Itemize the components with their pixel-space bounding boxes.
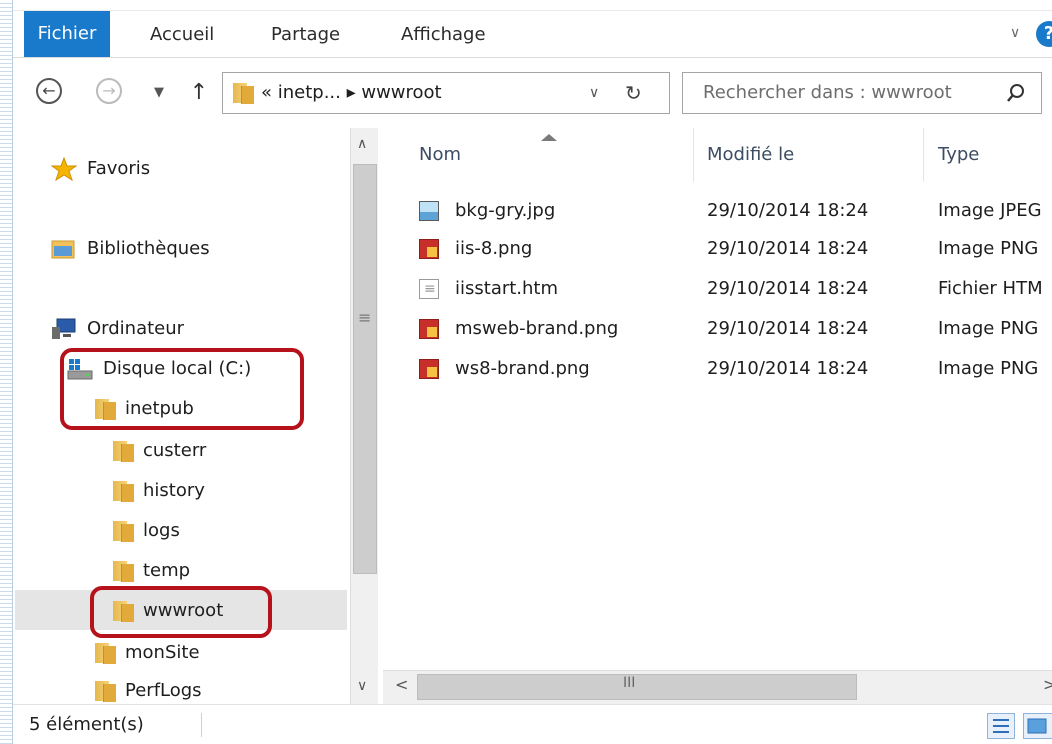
grip-icon: III [623,675,636,691]
file-date: 29/10/2014 18:24 [707,358,869,379]
star-icon [51,157,77,181]
folder-icon [95,398,116,420]
tab-accueil[interactable]: Accueil [150,11,214,59]
forward-arrow-icon: → [96,78,122,104]
file-row[interactable]: msweb-brand.png 29/10/2014 18:24 Image P… [383,310,1052,348]
tab-affichage[interactable]: Affichage [401,11,486,59]
address-bar[interactable]: « inetp... ▸ wwwroot ∨ ↻ [222,72,670,114]
nav-item-custerr[interactable]: custerr [113,432,206,470]
file-type: Image PNG [938,318,1039,339]
folder-icon [113,480,134,502]
back-button[interactable]: ← [36,78,66,108]
folder-icon [233,82,254,104]
item-count: 5 élément(s) [29,714,144,735]
nav-item-temp[interactable]: temp [113,552,190,590]
search-input[interactable]: Rechercher dans : wwwroot [703,73,952,113]
png-file-icon [419,239,439,259]
horizontal-scrollbar[interactable]: < III > [383,670,1052,704]
file-date: 29/10/2014 18:24 [707,278,869,299]
file-type: Image PNG [938,238,1039,259]
file-type: Image PNG [938,358,1039,379]
file-date: 29/10/2014 18:24 [707,318,869,339]
file-name: msweb-brand.png [455,318,619,339]
nav-item-perflogs[interactable]: PerfLogs [95,672,202,702]
folder-icon [95,642,116,664]
file-name: iis-8.png [455,238,533,259]
library-icon [51,240,75,259]
recent-locations-dropdown-icon[interactable]: ▼ [144,78,174,108]
column-divider[interactable] [693,128,694,182]
scroll-left-arrow-icon[interactable]: < [395,675,408,694]
file-row[interactable]: iisstart.htm 29/10/2014 18:24 Fichier HT… [383,270,1052,308]
nav-item-wwwroot[interactable]: wwwroot [113,592,223,630]
forward-button[interactable]: → [96,78,126,108]
column-divider[interactable] [923,128,924,182]
window-left-border [0,0,13,744]
folder-icon [113,600,134,622]
nav-item-computer[interactable]: Ordinateur [51,310,184,348]
tab-fichier[interactable]: Fichier [24,11,110,57]
nav-item-inetpub[interactable]: inetpub [95,390,194,428]
status-divider [201,713,202,737]
nav-item-local-disk[interactable]: Disque local (C:) [67,350,251,388]
htm-file-icon [419,270,439,308]
folder-icon [113,560,134,582]
large-icons-view-icon[interactable] [1023,713,1052,739]
details-view-icon[interactable] [987,713,1015,739]
folder-icon [113,520,134,542]
file-name: ws8-brand.png [455,358,590,379]
nav-item-logs[interactable]: logs [113,512,180,550]
folder-icon [95,680,116,702]
nav-item-monsite[interactable]: monSite [95,634,200,672]
search-icon[interactable] [1005,82,1027,104]
address-dropdown-icon[interactable]: ∨ [589,73,599,113]
file-row[interactable]: bkg-gry.jpg 29/10/2014 18:24 Image JPEG [383,192,1052,230]
scroll-right-arrow-icon[interactable]: > [1043,675,1052,694]
jpg-file-icon [419,201,439,221]
file-date: 29/10/2014 18:24 [707,238,869,259]
sort-ascending-icon [541,134,557,141]
png-file-icon [419,359,439,379]
file-row[interactable]: iis-8.png 29/10/2014 18:24 Image PNG [383,230,1052,268]
column-header-type[interactable]: Type [938,128,979,182]
scrollbar-thumb[interactable] [353,164,377,574]
status-bar: 5 élément(s) [13,704,1052,744]
scroll-up-arrow-icon[interactable]: ∧ [357,136,367,152]
png-file-icon [419,319,439,339]
ribbon: Fichier Accueil Partage Affichage ∨ ? [13,10,1052,58]
file-row[interactable]: ws8-brand.png 29/10/2014 18:24 Image PNG [383,350,1052,388]
file-list: Nom Modifié le Type bkg-gry.jpg 29/10/20… [383,128,1052,704]
help-icon[interactable]: ? [1036,21,1052,47]
breadcrumb[interactable]: « inetp... ▸ wwwroot [261,73,442,113]
column-header-name[interactable]: Nom [419,128,461,182]
navigation-scrollbar[interactable]: ∧ ≡ ∨ [350,128,378,704]
file-type: Fichier HTM [938,278,1043,299]
search-box[interactable]: Rechercher dans : wwwroot [682,72,1042,114]
scrollbar-thumb[interactable] [417,674,857,700]
column-header-modified[interactable]: Modifié le [707,128,794,182]
nav-item-favorites[interactable]: Favoris [51,150,150,188]
back-arrow-icon: ← [36,78,62,104]
nav-item-libraries[interactable]: Bibliothèques [51,230,210,268]
tab-partage[interactable]: Partage [271,11,340,59]
file-date: 29/10/2014 18:24 [707,200,869,221]
grip-icon: ≡ [358,308,372,327]
navigation-pane: Favoris Bibliothèques Ordinateur Disque … [13,124,383,704]
scroll-down-arrow-icon[interactable]: ∨ [357,678,367,694]
up-arrow-icon[interactable]: ↑ [184,78,214,108]
file-name: bkg-gry.jpg [455,200,556,221]
drive-icon [67,359,93,380]
nav-item-history[interactable]: history [113,472,205,510]
file-type: Image JPEG [938,200,1042,221]
computer-icon [52,318,76,339]
folder-icon [113,440,134,462]
file-name: iisstart.htm [455,278,559,299]
refresh-icon[interactable]: ↻ [625,73,642,113]
expand-ribbon-chevron-icon[interactable]: ∨ [1010,25,1026,41]
